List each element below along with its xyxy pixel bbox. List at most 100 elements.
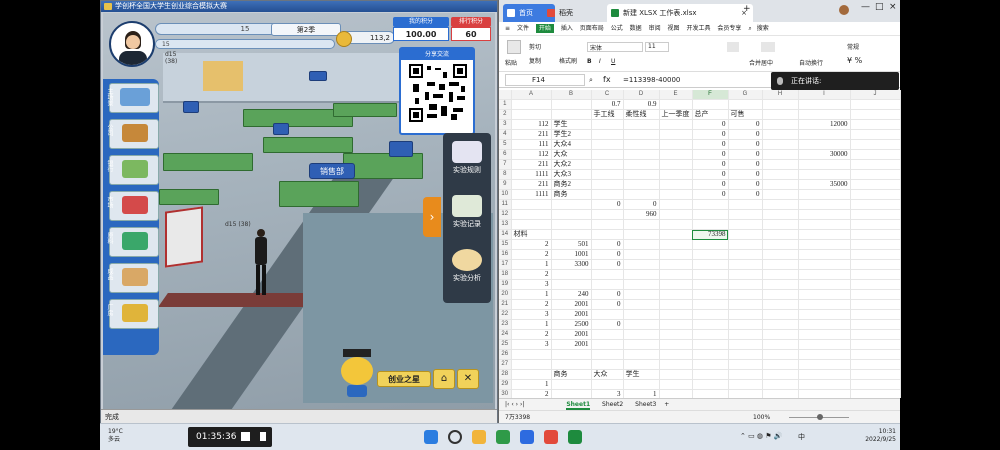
row-header[interactable]: 13 — [499, 219, 512, 230]
cell[interactable] — [659, 389, 693, 398]
cell[interactable] — [591, 209, 624, 220]
sheet-tab-2[interactable]: Sheet2 — [602, 401, 623, 408]
column-header-a[interactable]: A — [511, 90, 552, 100]
sheet-nav-last-icon[interactable]: ›| — [520, 401, 524, 408]
cell[interactable]: 0 — [591, 239, 624, 250]
cell[interactable] — [728, 329, 763, 340]
row-header[interactable]: 17 — [499, 259, 512, 270]
cell[interactable] — [762, 349, 799, 360]
cell[interactable]: 2 — [511, 249, 552, 260]
cell[interactable]: 35000 — [798, 179, 851, 190]
cell[interactable]: 0 — [591, 299, 624, 310]
cell[interactable] — [728, 309, 763, 320]
stop-icon[interactable] — [241, 432, 250, 441]
collapse-panel-button[interactable]: › — [423, 197, 441, 237]
cell[interactable] — [798, 289, 851, 300]
cell[interactable]: 0 — [591, 199, 624, 210]
row-header[interactable]: 30 — [499, 389, 512, 398]
cell[interactable] — [659, 369, 693, 380]
meeting-app-icon[interactable] — [520, 430, 534, 444]
cell[interactable]: 可售 — [728, 109, 763, 120]
cell[interactable]: 2 — [511, 239, 552, 250]
cell[interactable]: 0.9 — [623, 99, 660, 110]
nav-bank[interactable]: 银行 — [106, 155, 159, 185]
cell[interactable]: 3 — [511, 279, 552, 290]
cell[interactable] — [591, 119, 624, 130]
cell[interactable] — [798, 159, 851, 170]
column-header-e[interactable]: E — [659, 90, 693, 100]
cell[interactable] — [850, 359, 901, 370]
home-icon[interactable]: ⌂ — [433, 369, 455, 389]
cell[interactable]: 大众4 — [551, 139, 592, 150]
row-header[interactable]: 23 — [499, 319, 512, 330]
cell[interactable] — [762, 259, 799, 270]
cell[interactable]: 2001 — [551, 309, 592, 320]
cell[interactable] — [511, 209, 552, 220]
cell[interactable]: 2 — [511, 329, 552, 340]
cell[interactable] — [728, 219, 763, 230]
cell[interactable] — [591, 189, 624, 200]
number-format-select[interactable]: 常规 — [847, 42, 859, 51]
cell[interactable] — [623, 349, 660, 360]
cell[interactable] — [798, 239, 851, 250]
row-header[interactable]: 28 — [499, 369, 512, 380]
tab-docer[interactable]: 稻壳 — [543, 4, 609, 22]
cell[interactable]: 手工线 — [591, 109, 624, 120]
cell[interactable] — [850, 139, 901, 150]
cell[interactable] — [798, 279, 851, 290]
cell[interactable] — [623, 329, 660, 340]
cell[interactable] — [762, 99, 799, 110]
cell[interactable] — [591, 379, 624, 390]
cell[interactable]: 0 — [692, 129, 729, 140]
cell[interactable] — [762, 249, 799, 260]
cell[interactable] — [850, 379, 901, 390]
cell[interactable] — [850, 179, 901, 190]
formula-input[interactable]: =113398-40000 — [623, 72, 773, 88]
cell[interactable] — [728, 209, 763, 220]
cell[interactable] — [623, 359, 660, 370]
cell[interactable] — [659, 129, 693, 140]
cell[interactable] — [762, 149, 799, 160]
row-header[interactable]: 11 — [499, 199, 512, 210]
cell[interactable] — [850, 279, 901, 290]
row-header[interactable]: 4 — [499, 129, 512, 140]
cell[interactable] — [692, 309, 729, 320]
zoom-search-icon[interactable]: ⌕ — [589, 72, 593, 88]
cell[interactable]: 1001 — [551, 249, 592, 260]
search-icon[interactable]: ⌕ — [748, 25, 751, 32]
cell[interactable] — [623, 279, 660, 290]
cell[interactable] — [659, 159, 693, 170]
spreadsheet-app-icon[interactable] — [568, 430, 582, 444]
row-header[interactable]: 9 — [499, 179, 512, 190]
cell[interactable] — [591, 149, 624, 160]
menu-insert[interactable]: 插入 — [561, 25, 573, 32]
cell[interactable] — [659, 119, 693, 130]
cell[interactable]: 1 — [623, 389, 660, 398]
cell[interactable]: 0 — [692, 169, 729, 180]
column-header-g[interactable]: G — [728, 90, 763, 100]
cell[interactable] — [728, 229, 763, 240]
cell[interactable] — [762, 269, 799, 280]
align-icon[interactable] — [727, 42, 739, 52]
cell[interactable] — [659, 359, 693, 370]
cell[interactable] — [511, 349, 552, 360]
cell[interactable]: 商务 — [551, 369, 592, 380]
cell[interactable] — [762, 359, 799, 370]
cell[interactable] — [591, 169, 624, 180]
cell[interactable] — [551, 109, 592, 120]
cell[interactable] — [692, 359, 729, 370]
cell[interactable] — [728, 239, 763, 250]
spreadsheet-grid[interactable]: ABCDEFGHIJ 1 0.7 0.9 2 手工线 柔性线 上一季度 总产 可售 3 112 学生 0… — [499, 90, 901, 398]
column-header-h[interactable]: H — [762, 90, 799, 100]
cell[interactable]: 0 — [591, 259, 624, 270]
font-size-select[interactable]: 11 — [645, 42, 669, 52]
cell[interactable] — [762, 369, 799, 380]
cell[interactable] — [728, 259, 763, 270]
column-header-f[interactable]: F — [692, 90, 729, 100]
cell[interactable] — [591, 269, 624, 280]
cell[interactable] — [591, 159, 624, 170]
pause-icon[interactable] — [257, 432, 266, 441]
cell[interactable] — [798, 269, 851, 280]
menu-member[interactable]: 会员专享 — [717, 25, 741, 32]
cell[interactable] — [762, 329, 799, 340]
